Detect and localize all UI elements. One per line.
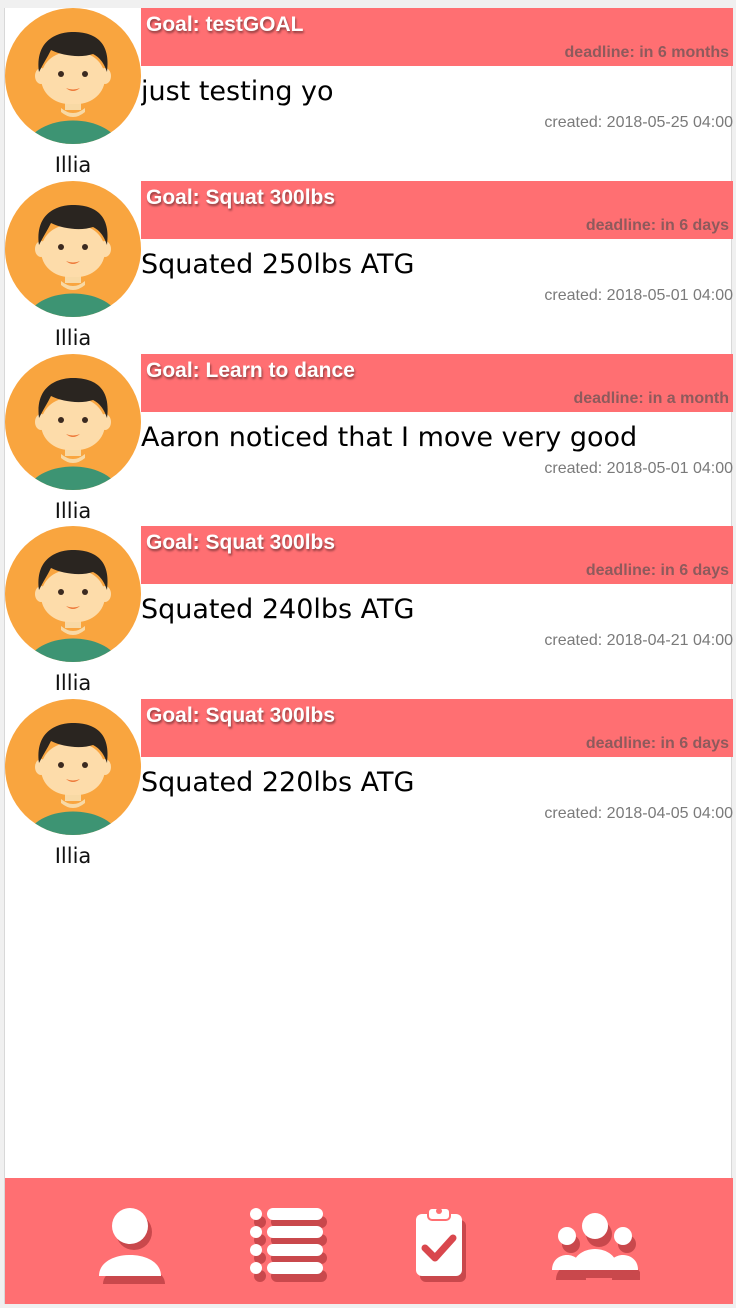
user-avatar-icon	[5, 180, 141, 317]
goal-title: Goal: Squat 300lbs	[146, 185, 336, 209]
goal-post-card: Illia Goal: Squat 300lbs deadline: in 6 …	[5, 526, 733, 699]
goal-deadline: deadline: in 6 days	[585, 735, 729, 752]
goal-banner[interactable]: Goal: testGOAL deadline: in 6 months	[141, 8, 733, 66]
list-icon	[250, 1208, 327, 1282]
post-created-timestamp: created: 2018-05-25 04:00	[544, 114, 733, 131]
goal-title: Goal: Squat 300lbs	[146, 531, 336, 555]
nav-profile-button[interactable]	[85, 1204, 175, 1284]
clipboard-check-icon	[416, 1207, 466, 1282]
goal-banner[interactable]: Goal: Squat 300lbs deadline: in 6 days	[141, 699, 733, 757]
goal-post-card: Illia Goal: Squat 300lbs deadline: in 6 …	[5, 180, 733, 354]
avatar[interactable]	[5, 180, 141, 317]
post-text: Squated 240lbs ATG	[141, 594, 415, 626]
goal-banner[interactable]: Goal: Squat 300lbs deadline: in 6 days	[141, 526, 733, 585]
group-icon	[552, 1213, 640, 1280]
user-avatar-icon	[5, 8, 141, 144]
app-frame: Illia Goal: testGOAL deadline: in 6 mont…	[4, 8, 733, 1304]
goal-banner[interactable]: Goal: Squat 300lbs deadline: in 6 days	[141, 180, 733, 239]
post-created-timestamp: created: 2018-04-21 04:00	[544, 632, 733, 650]
nav-group-button[interactable]	[550, 1204, 640, 1284]
nav-goals-button[interactable]	[394, 1204, 484, 1284]
post-username: Illia	[54, 498, 92, 523]
goal-title: Goal: Learn to dance	[146, 358, 355, 382]
goal-post-card: Illia Goal: Learn to dance deadline: in …	[5, 353, 733, 527]
post-username: Illia	[54, 325, 92, 350]
post-text: Squated 250lbs ATG	[141, 248, 415, 280]
post-username: Illia	[54, 671, 92, 696]
post-text: just testing yo	[141, 76, 334, 107]
avatar[interactable]	[5, 526, 141, 663]
profile-icon	[99, 1208, 165, 1284]
post-created-timestamp: created: 2018-05-01 04:00	[544, 459, 733, 477]
user-avatar-icon	[5, 526, 141, 663]
nav-list-button[interactable]	[239, 1204, 329, 1284]
post-username: Illia	[54, 153, 92, 177]
goal-banner[interactable]: Goal: Learn to dance deadline: in a mont…	[141, 353, 733, 412]
bottom-nav-bar	[5, 1178, 733, 1304]
post-text: Aaron noticed that I move very good	[141, 421, 638, 453]
goal-title: Goal: Squat 300lbs	[146, 704, 336, 727]
post-text: Squated 220lbs ATG	[141, 767, 415, 798]
avatar[interactable]	[5, 8, 141, 144]
goal-deadline: deadline: in a month	[573, 389, 729, 407]
goal-deadline: deadline: in 6 months	[564, 44, 729, 61]
goal-feed: Illia Goal: testGOAL deadline: in 6 mont…	[5, 8, 733, 872]
user-avatar-icon	[5, 353, 141, 490]
user-avatar-icon	[5, 699, 141, 835]
goal-post-card: Illia Goal: testGOAL deadline: in 6 mont…	[5, 8, 733, 181]
post-username: Illia	[54, 844, 92, 868]
goal-deadline: deadline: in 6 days	[585, 216, 729, 234]
goal-title: Goal: testGOAL	[146, 13, 304, 36]
goal-post-card: Illia Goal: Squat 300lbs deadline: in 6 …	[5, 699, 733, 872]
goal-deadline: deadline: in 6 days	[585, 562, 729, 580]
avatar[interactable]	[5, 699, 141, 835]
avatar[interactable]	[5, 353, 141, 490]
post-created-timestamp: created: 2018-05-01 04:00	[544, 286, 733, 304]
post-created-timestamp: created: 2018-04-05 04:00	[544, 805, 733, 822]
